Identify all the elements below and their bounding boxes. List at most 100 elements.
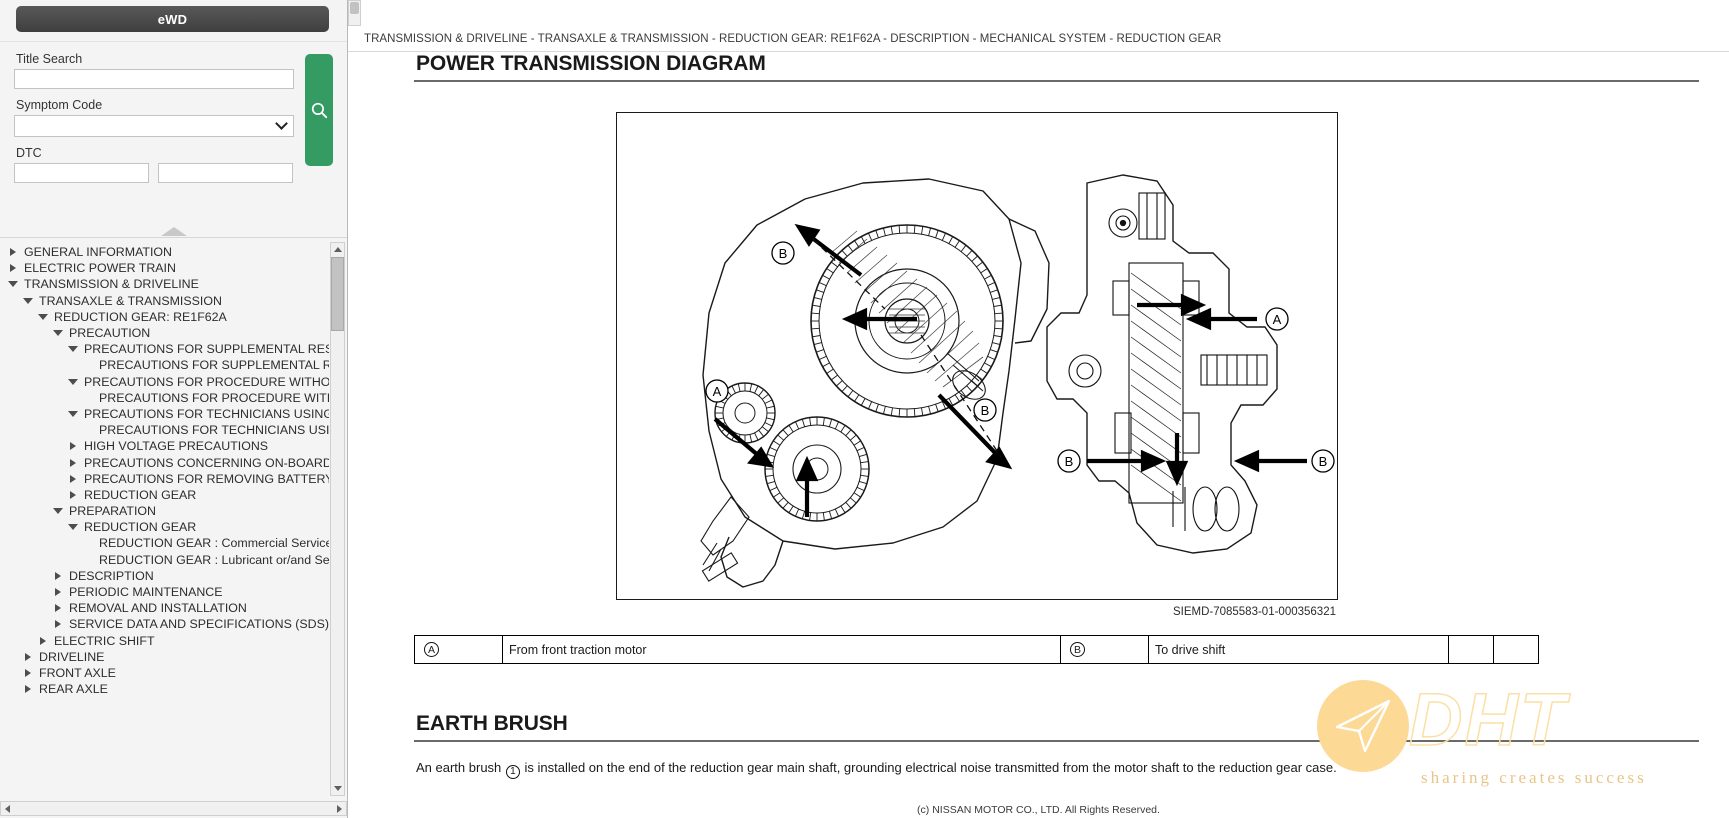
chevron-right-icon[interactable] [49,604,67,613]
circle-label-b: B [1070,642,1085,658]
tree-item[interactable]: PRECAUTIONS CONCERNING ON-BOARD SERVICE [0,454,329,470]
tree-item-label: HIGH VOLTAGE PRECAUTIONS [84,439,269,454]
tree-item-label: REDUCTION GEAR [84,487,197,502]
chevron-down-icon[interactable] [34,313,52,320]
circle-label-1: 1 [505,765,520,779]
tab-ewd[interactable]: eWD [16,6,329,32]
document-scroll-area[interactable]: POWER TRANSMISSION DIAGRAM B A B A B B S… [348,52,1729,818]
triangle-right-icon [70,458,76,467]
chevron-down-icon[interactable] [49,330,67,337]
tree-item-label: DESCRIPTION [69,568,154,583]
tree-item[interactable]: PRECAUTIONS FOR SUPPLEMENTAL RESTRAINT S… [0,357,329,373]
chevron-up-icon [160,227,187,236]
tree-item[interactable]: ELECTRIC POWER TRAIN [0,260,329,276]
scroll-up-button[interactable] [331,243,344,256]
tree-item[interactable]: PRECAUTIONS FOR SUPPLEMENTAL RESTRAINT S… [0,341,329,357]
chevron-right-icon[interactable] [49,620,67,629]
legend-table: A From front traction motor B To drive s… [414,635,1539,664]
breadcrumb-bar: TRANSMISSION & DRIVELINE - TRANSAXLE & T… [348,26,1729,52]
dtc-label: DTC [16,146,42,160]
tree-item[interactable]: SERVICE DATA AND SPECIFICATIONS (SDS) [0,616,329,632]
tree-item-label: PRECAUTIONS FOR TECHNICIANS USING MEDICA… [99,423,329,438]
chevron-down-icon[interactable] [4,281,22,288]
tree-item-label: PRECAUTIONS FOR SUPPLEMENTAL RESTRAINT S… [99,358,329,373]
tree-item[interactable]: DESCRIPTION [0,568,329,584]
svg-text:B: B [981,403,990,418]
tree-item[interactable]: PRECAUTIONS FOR TECHNICIANS USING MEDICA… [0,406,329,422]
tree-item[interactable]: HIGH VOLTAGE PRECAUTIONS [0,438,329,454]
tree-item[interactable]: PRECAUTIONS FOR PROCEDURE WITHOUT COWL T… [0,390,329,406]
chevron-down-icon[interactable] [19,297,37,304]
scroll-down-button[interactable] [331,782,344,795]
scroll-right-button[interactable] [333,802,346,815]
triangle-down-icon [53,508,63,515]
table-row: A From front traction motor B To drive s… [414,635,1539,664]
tree-item[interactable]: FRONT AXLE [0,665,329,681]
chevron-right-icon[interactable] [64,442,82,451]
tree-item-label: PRECAUTIONS CONCERNING ON-BOARD SERVICE [84,455,329,470]
panel-collapse-handle[interactable] [0,216,347,236]
symptom-code-select[interactable] [14,115,294,137]
chevron-right-icon[interactable] [64,490,82,499]
chevron-down-icon[interactable] [49,508,67,515]
chevron-right-icon[interactable] [49,588,67,597]
tree-item[interactable]: PRECAUTIONS FOR TECHNICIANS USING MEDICA… [0,422,329,438]
chevron-right-icon[interactable] [64,458,82,467]
chevron-down-icon[interactable] [64,346,82,353]
panel-edge-scrollbar-thumb[interactable] [350,2,359,14]
dtc-row [14,163,335,183]
tree-item[interactable]: PRECAUTION [0,325,329,341]
tree-item[interactable]: REDUCTION GEAR [0,519,329,535]
tree-item[interactable]: REDUCTION GEAR : Lubricant or/and Sealan… [0,552,329,568]
triangle-right-icon [40,636,46,645]
chevron-down-icon[interactable] [64,410,82,417]
tree-item[interactable]: DRIVELINE [0,649,329,665]
tree-item-label: REMOVAL AND INSTALLATION [69,601,247,616]
tree-item[interactable]: REDUCTION GEAR : Commercial Service Tool… [0,535,329,551]
tree-vertical-scrollbar-thumb[interactable] [331,257,344,331]
panel-edge-scrollbar[interactable] [348,0,361,26]
scroll-left-button[interactable] [1,802,14,815]
tree-item[interactable]: PRECAUTIONS FOR PROCEDURE WITHOUT COWL T… [0,374,329,390]
tree-vertical-scrollbar[interactable] [330,242,345,796]
search-button[interactable] [305,54,333,166]
triangle-down-icon [68,410,78,417]
title-search-input[interactable] [14,69,294,89]
tree-item-label: REAR AXLE [39,682,108,697]
tree-item[interactable]: REAR AXLE [0,681,329,697]
svg-text:A: A [1273,312,1282,327]
diagram-illustration: B A B A B B [700,174,1335,588]
title-search-label: Title Search [16,52,83,66]
tree-item-label: DRIVELINE [39,649,105,664]
tree-item[interactable]: REDUCTION GEAR [0,487,329,503]
dtc-input-1[interactable] [14,163,149,183]
tree-item[interactable]: REDUCTION GEAR: RE1F62A [0,309,329,325]
chevron-right-icon[interactable] [49,571,67,580]
tree-item[interactable]: TRANSAXLE & TRANSMISSION [0,293,329,309]
tree-item[interactable]: PERIODIC MAINTENANCE [0,584,329,600]
chevron-down-icon[interactable] [64,378,82,385]
tree-item[interactable]: PREPARATION [0,503,329,519]
triangle-down-icon [68,346,78,353]
tree-item[interactable]: ELECTRIC SHIFT [0,633,329,649]
chevron-down-icon[interactable] [64,524,82,531]
chevron-right-icon[interactable] [34,636,52,645]
tree-item[interactable]: TRANSMISSION & DRIVELINE [0,276,329,292]
tree-item[interactable]: PRECAUTIONS FOR REMOVING BATTERY TERMINA… [0,471,329,487]
tree-item-label: PRECAUTIONS FOR PROCEDURE WITHOUT COWL T… [99,390,329,405]
dtc-input-2[interactable] [158,163,293,183]
chevron-right-icon[interactable] [19,652,37,661]
chevron-right-icon[interactable] [19,685,37,694]
chevron-right-icon[interactable] [4,248,22,257]
chevron-right-icon[interactable] [19,668,37,677]
triangle-right-icon [25,652,31,661]
tree-item-label: TRANSAXLE & TRANSMISSION [39,293,222,308]
tree-item[interactable]: REMOVAL AND INSTALLATION [0,600,329,616]
triangle-down-icon [23,297,33,304]
figure-reference: SIEMD-7085583-01-000356321 [1172,606,1336,618]
earth-brush-text-suffix: is installed on the end of the reduction… [520,760,1337,775]
tree-item[interactable]: GENERAL INFORMATION [0,244,329,260]
chevron-right-icon[interactable] [4,264,22,273]
tree-horizontal-scrollbar[interactable] [0,801,347,816]
chevron-right-icon[interactable] [64,474,82,483]
